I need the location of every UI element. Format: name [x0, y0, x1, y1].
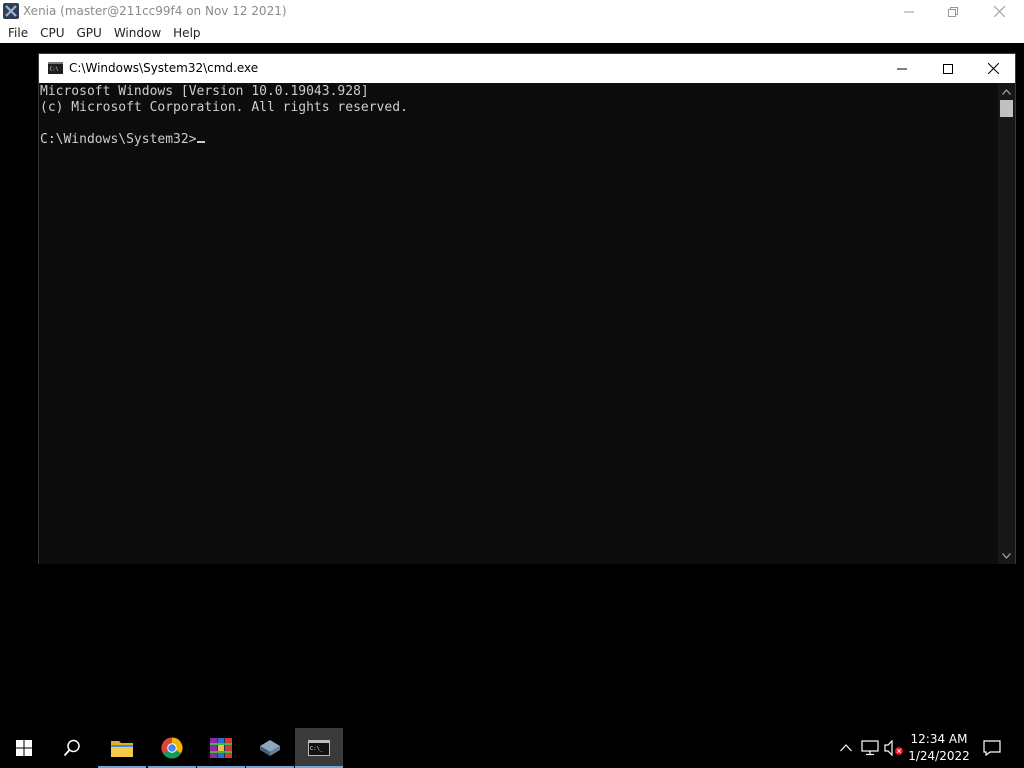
svg-text:C:\: C:\: [50, 67, 59, 73]
menu-help[interactable]: Help: [167, 23, 206, 43]
virtualbox-icon: [260, 740, 280, 756]
cmd-icon: C:\_: [308, 740, 330, 756]
taskbar-app-cmd[interactable]: C:\_: [295, 728, 343, 768]
tray-network-button[interactable]: [858, 728, 882, 768]
close-icon: [993, 6, 1005, 17]
menu-file[interactable]: File: [2, 23, 34, 43]
menu-window[interactable]: Window: [108, 23, 167, 43]
start-icon: [16, 740, 32, 756]
cmd-window-title: C:\Windows\System32\cmd.exe: [69, 61, 259, 75]
taskbar: C:\_ 12:34 AM 1/24/2022: [0, 728, 1024, 768]
clock-time: 12:34 AM: [910, 732, 968, 746]
close-icon: [987, 63, 999, 74]
cmd-minimize-button[interactable]: [879, 54, 925, 83]
search-icon: [63, 739, 80, 757]
cmd-maximize-button[interactable]: [925, 54, 971, 83]
taskbar-app-virtualbox[interactable]: [246, 728, 294, 768]
svg-text:C:\_: C:\_: [310, 746, 324, 752]
search-button[interactable]: [48, 728, 96, 768]
menu-cpu[interactable]: CPU: [34, 23, 70, 43]
volume-muted-icon: [884, 740, 903, 756]
host-window-title: Xenia (master@211cc99f4 on Nov 12 2021): [23, 4, 287, 18]
scroll-up-button[interactable]: [998, 83, 1015, 100]
host-titlebar: Xenia (master@211cc99f4 on Nov 12 2021): [0, 0, 1024, 23]
scroll-down-button[interactable]: [998, 547, 1015, 564]
maximize-icon: [943, 63, 953, 74]
taskbar-app-chrome[interactable]: [148, 728, 196, 768]
text-cursor: [196, 141, 205, 143]
console-prompt: C:\Windows\System32>: [40, 132, 197, 147]
cmd-window-icon: C:\: [48, 62, 63, 74]
xenia-logo-icon: [3, 3, 19, 19]
tray-overflow-button[interactable]: [836, 728, 856, 768]
winrar-icon: [210, 738, 232, 758]
vertical-scrollbar[interactable]: [998, 83, 1015, 564]
file-explorer-icon: [111, 741, 133, 757]
chevron-down-icon: [1002, 552, 1011, 559]
host-minimize-button[interactable]: [886, 0, 932, 23]
chrome-icon: [161, 737, 183, 759]
tray-volume-button[interactable]: [882, 728, 906, 768]
cmd-titlebar[interactable]: C:\ C:\Windows\System32\cmd.exe: [39, 54, 1015, 83]
menu-gpu[interactable]: GPU: [71, 23, 108, 43]
minimize-icon: [897, 68, 907, 69]
chevron-up-icon: [1002, 88, 1011, 95]
console-line-version: Microsoft Windows [Version 10.0.19043.92…: [40, 84, 369, 99]
cmd-window: C:\ C:\Windows\System32\cmd.exe Microsof…: [38, 53, 1016, 564]
taskbar-app-winrar[interactable]: [197, 728, 245, 768]
restore-icon: [948, 6, 958, 17]
chevron-up-icon: [840, 744, 852, 752]
console-output[interactable]: Microsoft Windows [Version 10.0.19043.92…: [39, 83, 1000, 564]
network-icon: [861, 740, 879, 756]
cmd-close-button[interactable]: [970, 54, 1016, 83]
host-menubar: File CPU GPU Window Help: [0, 23, 1024, 43]
action-center-button[interactable]: [978, 728, 1006, 768]
host-close-button[interactable]: [976, 0, 1022, 23]
clock-date: 1/24/2022: [908, 749, 970, 763]
console-line-copyright: (c) Microsoft Corporation. All rights re…: [40, 100, 408, 115]
start-button[interactable]: [0, 728, 48, 768]
notification-icon: [983, 740, 1001, 756]
host-restore-button[interactable]: [930, 0, 976, 23]
console-prompt-line[interactable]: C:\Windows\System32>: [40, 132, 1000, 148]
taskbar-clock[interactable]: 12:34 AM 1/24/2022: [908, 731, 970, 765]
taskbar-app-file-explorer[interactable]: [98, 728, 146, 768]
scroll-thumb[interactable]: [1000, 100, 1013, 117]
minimize-icon: [904, 11, 914, 12]
